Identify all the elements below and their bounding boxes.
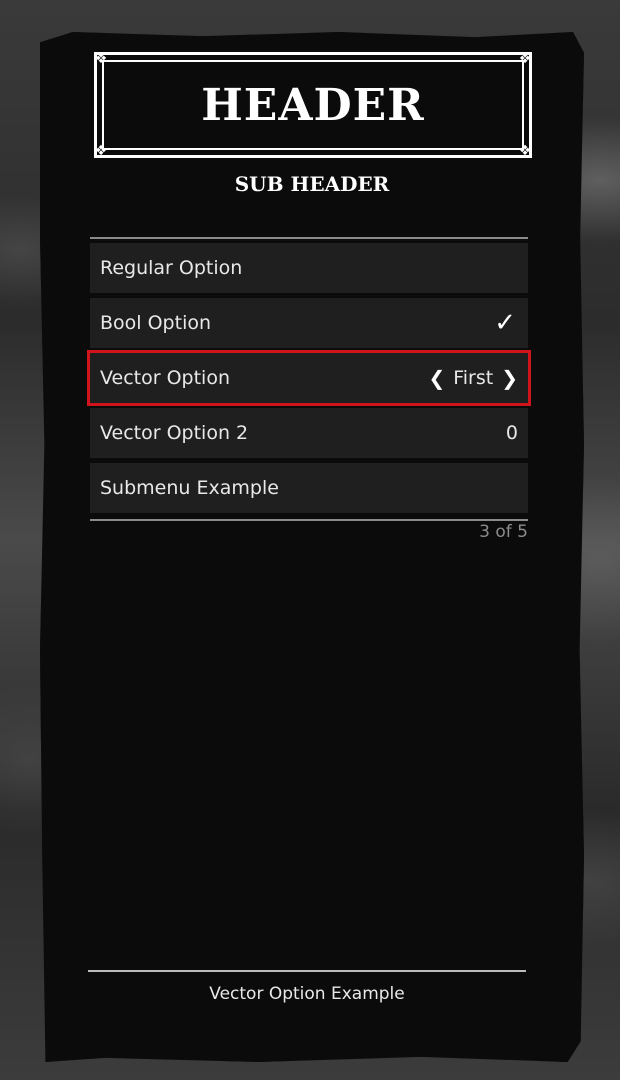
menu-option-submenu[interactable]: Submenu Example [90, 463, 528, 513]
top-divider [90, 237, 528, 239]
option-label: Bool Option [100, 312, 212, 334]
header-title: HEADER [201, 79, 425, 131]
sub-header: SUB HEADER [234, 172, 390, 196]
checkmark-icon: ✓ [494, 308, 516, 338]
option-description: Vector Option Example [209, 984, 405, 1004]
menu-option-vector[interactable]: Vector Option ❮ First ❯ [87, 350, 531, 406]
number-value: 0 [505, 422, 518, 444]
option-label: Vector Option 2 [100, 422, 249, 444]
chevron-right-icon[interactable]: ❯ [501, 366, 518, 390]
bottom-divider [90, 519, 528, 521]
option-label: Regular Option [100, 257, 243, 279]
page-counter: 3 of 5 [479, 522, 528, 542]
menu-option-regular[interactable]: Regular Option [90, 243, 528, 293]
option-label: Submenu Example [100, 477, 279, 499]
options-list: Regular Option Bool Option ✓ Vector Opti… [87, 243, 531, 518]
footer-divider [88, 970, 526, 972]
menu-option-vector-2[interactable]: Vector Option 2 0 [90, 408, 528, 458]
menu-option-bool[interactable]: Bool Option ✓ [90, 298, 528, 348]
chevron-left-icon[interactable]: ❮ [428, 366, 445, 390]
option-label: Vector Option [100, 367, 230, 389]
vector-value: First [453, 367, 494, 389]
